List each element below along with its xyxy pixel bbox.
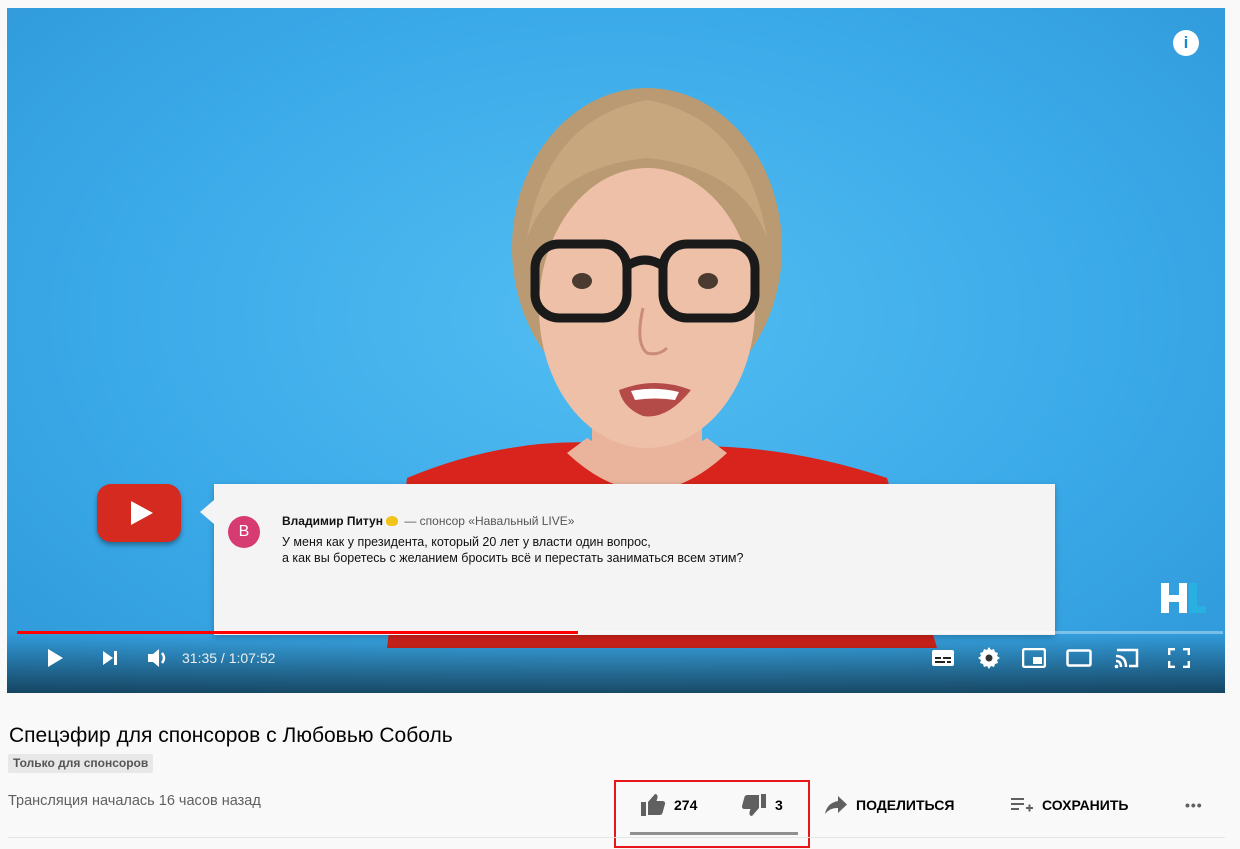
comment-author: Владимир Питун <box>282 514 383 528</box>
stream-start-info: Трансляция началась 16 часов назад <box>8 793 261 809</box>
volume-icon <box>148 649 166 667</box>
theater-icon <box>1066 649 1092 667</box>
share-button[interactable]: ПОДЕЛИТЬСЯ <box>824 790 954 820</box>
comment-line: а как вы боретесь с желанием бросить всё… <box>282 551 744 565</box>
gear-icon <box>978 647 1000 669</box>
volume-button[interactable] <box>143 643 173 673</box>
progress-played <box>17 631 578 634</box>
fullscreen-icon <box>1168 648 1190 668</box>
duck-emoji-icon <box>385 516 398 526</box>
miniplayer-button[interactable] <box>1020 643 1048 673</box>
comment-text: У меня как у президента, который 20 лет … <box>282 534 743 566</box>
save-button[interactable]: СОХРАНИТЬ <box>1010 790 1128 820</box>
next-button[interactable] <box>97 643 123 673</box>
avatar: В <box>228 516 260 548</box>
settings-button[interactable] <box>975 643 1003 673</box>
superchat-card: В Владимир Питун — спонсор «Навальный LI… <box>200 484 1055 635</box>
info-icon[interactable]: i <box>1173 30 1199 56</box>
share-label: ПОДЕЛИТЬСЯ <box>856 797 955 813</box>
youtube-logo-icon <box>97 484 181 542</box>
video-title: Спецэфир для спонсоров с Любовью Соболь <box>9 724 453 747</box>
play-icon <box>48 649 63 667</box>
subtitles-icon <box>932 650 954 666</box>
theater-mode-button[interactable] <box>1064 643 1094 673</box>
cast-button[interactable] <box>1112 643 1142 673</box>
playlist-add-icon <box>1011 798 1033 812</box>
next-icon <box>103 651 117 665</box>
time-display: 31:35 / 1:07:52 <box>182 650 276 666</box>
play-button[interactable] <box>42 643 68 673</box>
save-label: СОХРАНИТЬ <box>1042 797 1129 813</box>
sponsor-label: — спонсор «Навальный LIVE» <box>404 514 575 528</box>
progress-bar[interactable] <box>17 631 1223 634</box>
divider <box>8 837 1225 838</box>
more-icon: ••• <box>1185 797 1203 813</box>
subtitles-button[interactable] <box>929 643 957 673</box>
comment-line: У меня как у президента, который 20 лет … <box>282 535 651 549</box>
share-icon <box>825 796 847 814</box>
more-actions-button[interactable]: ••• <box>1185 790 1203 820</box>
miniplayer-icon <box>1022 648 1046 668</box>
comment-header: Владимир Питун — спонсор «Навальный LIVE… <box>282 514 574 528</box>
cast-icon <box>1114 648 1139 669</box>
channel-logo-icon <box>1161 583 1206 613</box>
video-player[interactable]: i В Владимир Питун — спонсор «Навальный … <box>7 8 1225 693</box>
members-only-badge: Только для спонсоров <box>8 754 154 773</box>
fullscreen-button[interactable] <box>1164 643 1194 673</box>
